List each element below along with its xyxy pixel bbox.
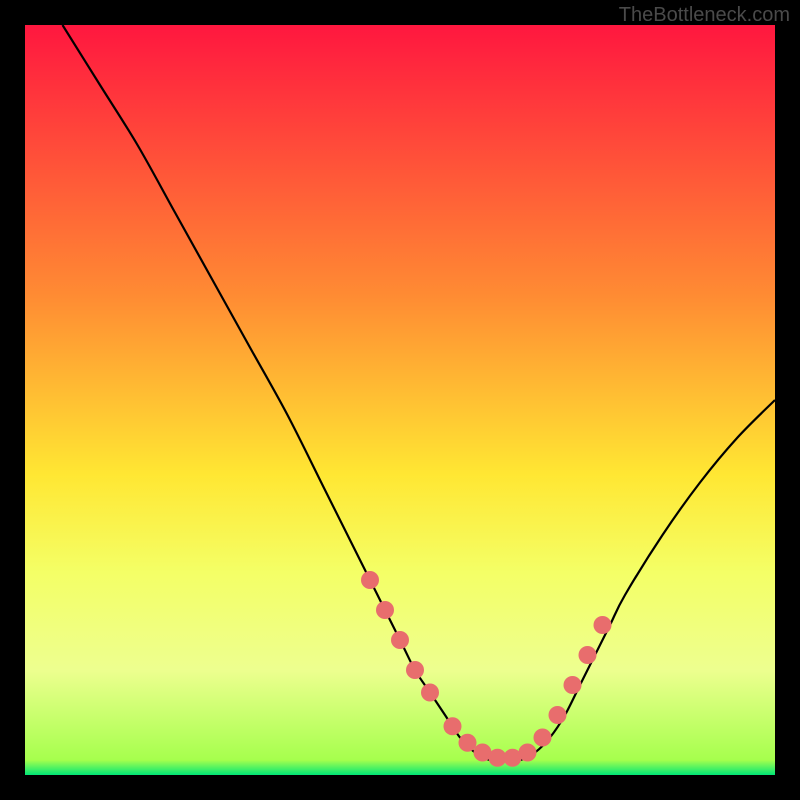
- watermark-text: TheBottleneck.com: [619, 4, 790, 27]
- marker-dot: [376, 601, 394, 619]
- marker-dot: [594, 616, 612, 634]
- marker-dot: [406, 661, 424, 679]
- marker-dot: [444, 717, 462, 735]
- marker-dot: [579, 646, 597, 664]
- marker-dot: [459, 734, 477, 752]
- marker-dot: [549, 706, 567, 724]
- marker-dot: [421, 684, 439, 702]
- chart-background: [25, 25, 775, 775]
- marker-dot: [564, 676, 582, 694]
- marker-dot: [391, 631, 409, 649]
- marker-dot: [534, 729, 552, 747]
- bottleneck-chart: [25, 25, 775, 775]
- marker-dot: [519, 744, 537, 762]
- marker-dot: [361, 571, 379, 589]
